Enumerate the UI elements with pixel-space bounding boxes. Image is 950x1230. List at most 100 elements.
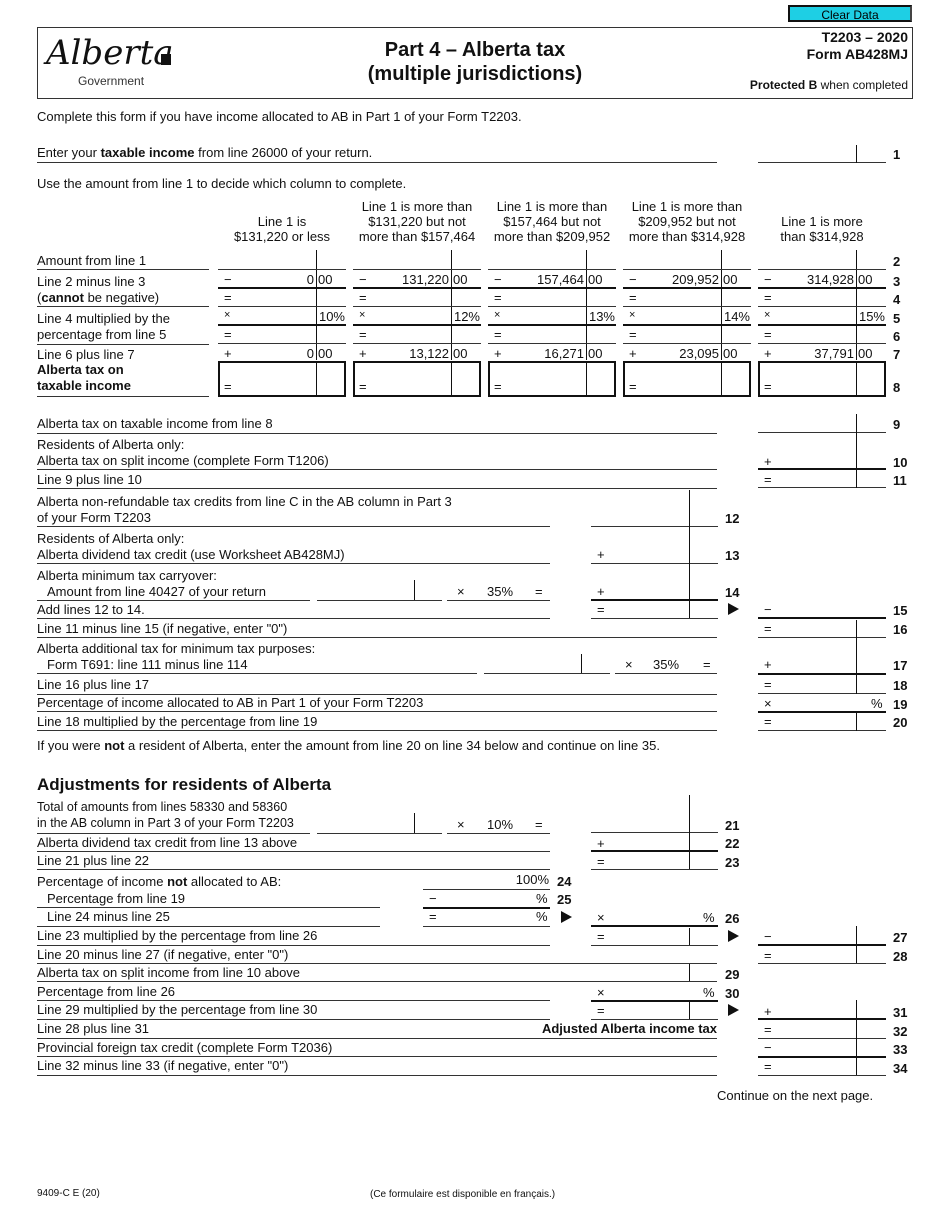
- line14-field[interactable]: [591, 564, 718, 601]
- line8-field[interactable]: [353, 361, 481, 397]
- line8-field[interactable]: [488, 361, 616, 397]
- clear-data-button[interactable]: Clear Data: [788, 5, 912, 22]
- line31a-field[interactable]: [591, 1002, 718, 1020]
- plus-sign: +: [764, 657, 772, 672]
- line12-label-b: of your Form T2203: [37, 510, 151, 525]
- divider: [37, 469, 717, 470]
- column-header-line: $131,220 but not: [368, 214, 466, 229]
- line6-field[interactable]: [623, 343, 751, 344]
- line17-field[interactable]: [758, 638, 886, 675]
- line3-value: 0: [306, 272, 314, 287]
- logo-subtitle: Government: [78, 74, 145, 88]
- line20-field[interactable]: [758, 713, 886, 731]
- divider: [37, 730, 717, 731]
- line2-field[interactable]: [218, 269, 346, 270]
- row-label-8a: Alberta tax on: [37, 362, 124, 377]
- line21-amount-field[interactable]: [317, 815, 442, 834]
- line4-field[interactable]: [218, 306, 346, 307]
- line2-field[interactable]: [488, 269, 616, 270]
- line3-cents: 00: [858, 272, 873, 287]
- line14-amount-field[interactable]: [317, 582, 442, 601]
- line6-field[interactable]: [488, 343, 616, 344]
- line28-field[interactable]: [758, 946, 886, 964]
- line3-cents: 00: [453, 272, 468, 287]
- line7-value: 37,791: [814, 346, 854, 361]
- line18-field[interactable]: [758, 676, 886, 694]
- line21-field[interactable]: [591, 795, 718, 833]
- line6-field[interactable]: [353, 343, 481, 344]
- divider: [37, 162, 717, 163]
- cents-divider: [689, 795, 690, 869]
- line30-field[interactable]: [591, 984, 718, 1002]
- line26a-field[interactable]: [423, 909, 550, 927]
- line15-subtotal-field[interactable]: [591, 601, 718, 619]
- line22-field[interactable]: [591, 834, 718, 852]
- divider: [37, 344, 209, 345]
- line27-label: Line 23 multiplied by the percentage fro…: [37, 928, 318, 943]
- cents-divider: [856, 145, 857, 163]
- line8-field[interactable]: [758, 361, 886, 397]
- equals-sign: =: [535, 584, 543, 599]
- line32-field[interactable]: [758, 1021, 886, 1039]
- line1-field[interactable]: [758, 145, 886, 163]
- line4-field[interactable]: [623, 306, 751, 307]
- equals-sign: =: [629, 327, 637, 342]
- times-sign: ×: [597, 910, 605, 925]
- line15-field[interactable]: [758, 601, 886, 619]
- line25-field[interactable]: [423, 889, 550, 909]
- line10-field[interactable]: [758, 433, 886, 470]
- line5-rate: 15%: [858, 309, 885, 324]
- line2-field[interactable]: [353, 269, 481, 270]
- line8-field[interactable]: [218, 361, 346, 397]
- line17-amount-field[interactable]: [484, 656, 610, 674]
- line23-field[interactable]: [591, 853, 718, 870]
- line-number-32: 32: [893, 1024, 908, 1039]
- line-number-21: 21: [725, 818, 740, 833]
- cents-divider: [856, 1000, 857, 1075]
- line33-field[interactable]: [758, 1040, 886, 1058]
- line12-field[interactable]: [591, 490, 718, 527]
- line4-field[interactable]: [353, 306, 481, 307]
- line2-field[interactable]: [623, 269, 751, 270]
- line16-field[interactable]: [758, 620, 886, 638]
- line14-label-a: Alberta minimum tax carryover:: [37, 568, 217, 583]
- equals-sign: =: [224, 290, 232, 305]
- cents-divider: [414, 813, 415, 833]
- line4-field[interactable]: [758, 306, 886, 307]
- line27a-field[interactable]: [591, 928, 718, 946]
- line4-field[interactable]: [488, 306, 616, 307]
- minus-sign: −: [764, 1040, 772, 1055]
- line22-label: Alberta dividend tax credit from line 13…: [37, 835, 298, 850]
- line31-field[interactable]: [758, 1002, 886, 1020]
- cents-divider: [689, 964, 690, 981]
- times-sign: ×: [625, 657, 633, 672]
- intro-text: Complete this form if you have income al…: [37, 109, 522, 124]
- equals-sign: =: [764, 379, 772, 394]
- line7-value: 23,095: [679, 346, 719, 361]
- line6-field[interactable]: [758, 343, 886, 344]
- line11-field[interactable]: [758, 470, 886, 488]
- equals-sign: =: [494, 290, 502, 305]
- line8-field[interactable]: [623, 361, 751, 397]
- line27-field[interactable]: [758, 928, 886, 946]
- line-number-15: 15: [893, 603, 908, 618]
- line13-field[interactable]: [591, 527, 718, 564]
- nonres-bold: not: [104, 738, 125, 753]
- divider: [37, 1000, 550, 1001]
- cents-divider: [856, 414, 857, 488]
- line9-field[interactable]: [758, 414, 886, 433]
- line12-label-a: Alberta non-refundable tax credits from …: [37, 494, 452, 509]
- divider: [37, 306, 209, 307]
- protected-label: Protected B when completed: [650, 78, 908, 93]
- line6-field[interactable]: [218, 343, 346, 344]
- adjustments-heading: Adjustments for residents of Alberta: [37, 775, 332, 794]
- line34-field[interactable]: [758, 1058, 886, 1076]
- line3-value: 131,220: [402, 272, 449, 287]
- equals-sign: =: [224, 327, 232, 342]
- line19-field[interactable]: [758, 695, 886, 713]
- line26-field[interactable]: [591, 909, 718, 927]
- line5-field: [488, 324, 616, 326]
- line13-label-b: Alberta dividend tax credit (use Workshe…: [37, 547, 345, 562]
- line5-field: [353, 324, 481, 326]
- line2-field[interactable]: [758, 269, 886, 270]
